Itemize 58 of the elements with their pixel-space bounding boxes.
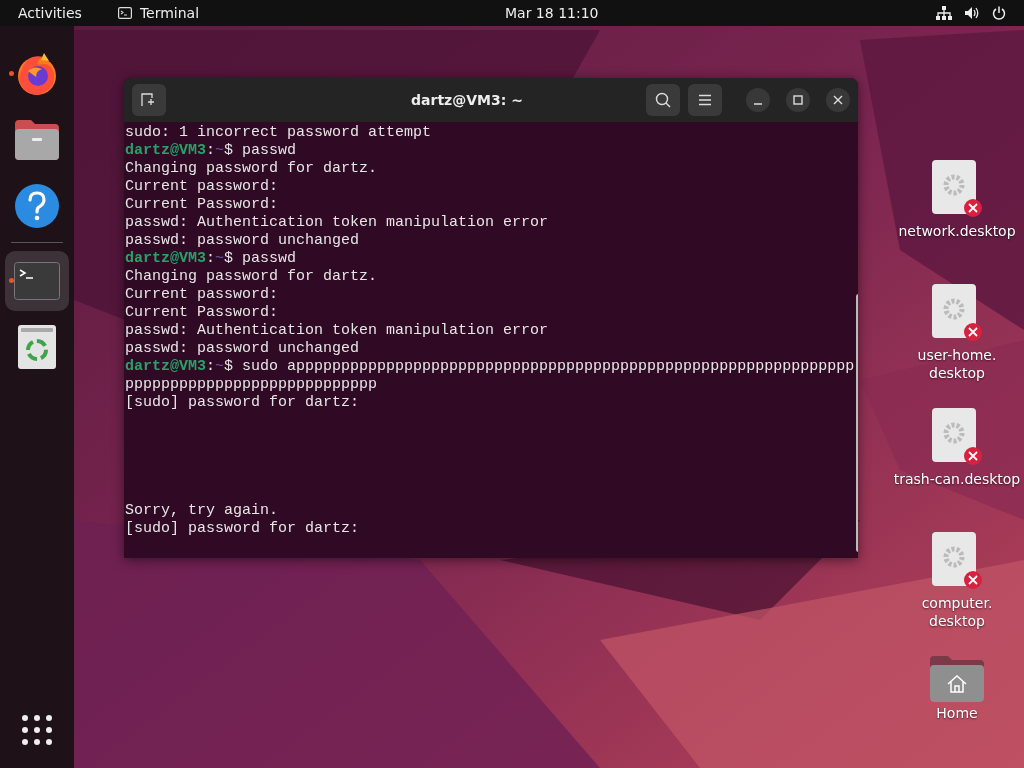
prompt-separator: : <box>206 250 216 267</box>
power-icon[interactable] <box>992 6 1006 20</box>
window-title: dartz@VM3: ~ <box>410 92 524 108</box>
menu-icon <box>698 94 712 106</box>
output-line: passwd: password unchanged <box>125 340 360 357</box>
trash-icon <box>18 325 56 369</box>
menu-button[interactable] <box>688 84 722 116</box>
output-line: passwd: Authentication token manipulation error <box>125 322 549 339</box>
file-label: trash-can.desktop <box>893 470 1021 488</box>
folder-icon <box>14 118 60 162</box>
output-line: passwd: Authentication token manipulation error <box>125 214 549 231</box>
maximize-button[interactable] <box>786 88 810 112</box>
network-icon[interactable] <box>936 6 952 20</box>
volume-icon[interactable] <box>964 6 980 20</box>
prompt-user: dartz@VM3 <box>125 358 206 375</box>
file-label: computer. desktop <box>921 594 993 630</box>
file-label: Home <box>936 704 978 722</box>
clock[interactable]: Mar 18 11:10 <box>505 5 599 21</box>
command-text: $ passwd <box>224 250 297 267</box>
output-line: [sudo] password for dartz: <box>125 520 360 537</box>
file-label: network.desktop <box>898 222 1016 240</box>
output-line: Changing password for dartz. <box>125 268 378 285</box>
prompt-path: ~ <box>215 142 225 159</box>
search-button[interactable] <box>646 84 680 116</box>
file-label: user-home. desktop <box>917 346 997 382</box>
prompt-path: ~ <box>215 250 225 267</box>
prompt-user: dartz@VM3 <box>125 250 206 267</box>
minimize-icon <box>753 103 763 105</box>
prompt-user: dartz@VM3 <box>125 142 206 159</box>
output-line: Current Password: <box>125 304 279 321</box>
maximize-icon <box>793 95 803 105</box>
terminal-icon <box>14 262 60 300</box>
close-button[interactable] <box>826 88 850 112</box>
app-menu[interactable]: Terminal <box>117 5 200 21</box>
new-tab-button[interactable] <box>132 84 166 116</box>
output-line: Current password: <box>125 178 279 195</box>
search-icon <box>655 92 671 108</box>
terminal-icon <box>117 7 132 19</box>
output-line: sudo: 1 incorrect password attempt <box>125 124 432 141</box>
command-text: $ sudo apppppppppppppppppppppppppppppppppppppppppppppppppppppppppppppp <box>224 358 855 375</box>
prompt-separator: : <box>206 358 216 375</box>
output-line: Current Password: <box>125 196 279 213</box>
help-icon <box>14 183 60 229</box>
prompt-separator: : <box>206 142 216 159</box>
output-line: Changing password for dartz. <box>125 160 378 177</box>
output-line: Current password: <box>125 286 279 303</box>
home-folder-icon[interactable] <box>928 654 986 704</box>
output-line: passwd: password unchanged <box>125 232 360 249</box>
output-line: Sorry, try again. <box>125 502 279 519</box>
output-line: [sudo] password for dartz: <box>125 394 360 411</box>
minimize-button[interactable] <box>746 88 770 112</box>
prompt-path: ~ <box>215 358 225 375</box>
close-icon <box>833 95 843 105</box>
new-tab-icon <box>141 93 157 107</box>
show-apps-icon[interactable] <box>21 714 53 746</box>
output-line: pppppppppppppppppppppppppppp <box>125 376 378 393</box>
command-text: $ passwd <box>224 142 297 159</box>
activities-button[interactable]: Activities <box>18 5 82 21</box>
